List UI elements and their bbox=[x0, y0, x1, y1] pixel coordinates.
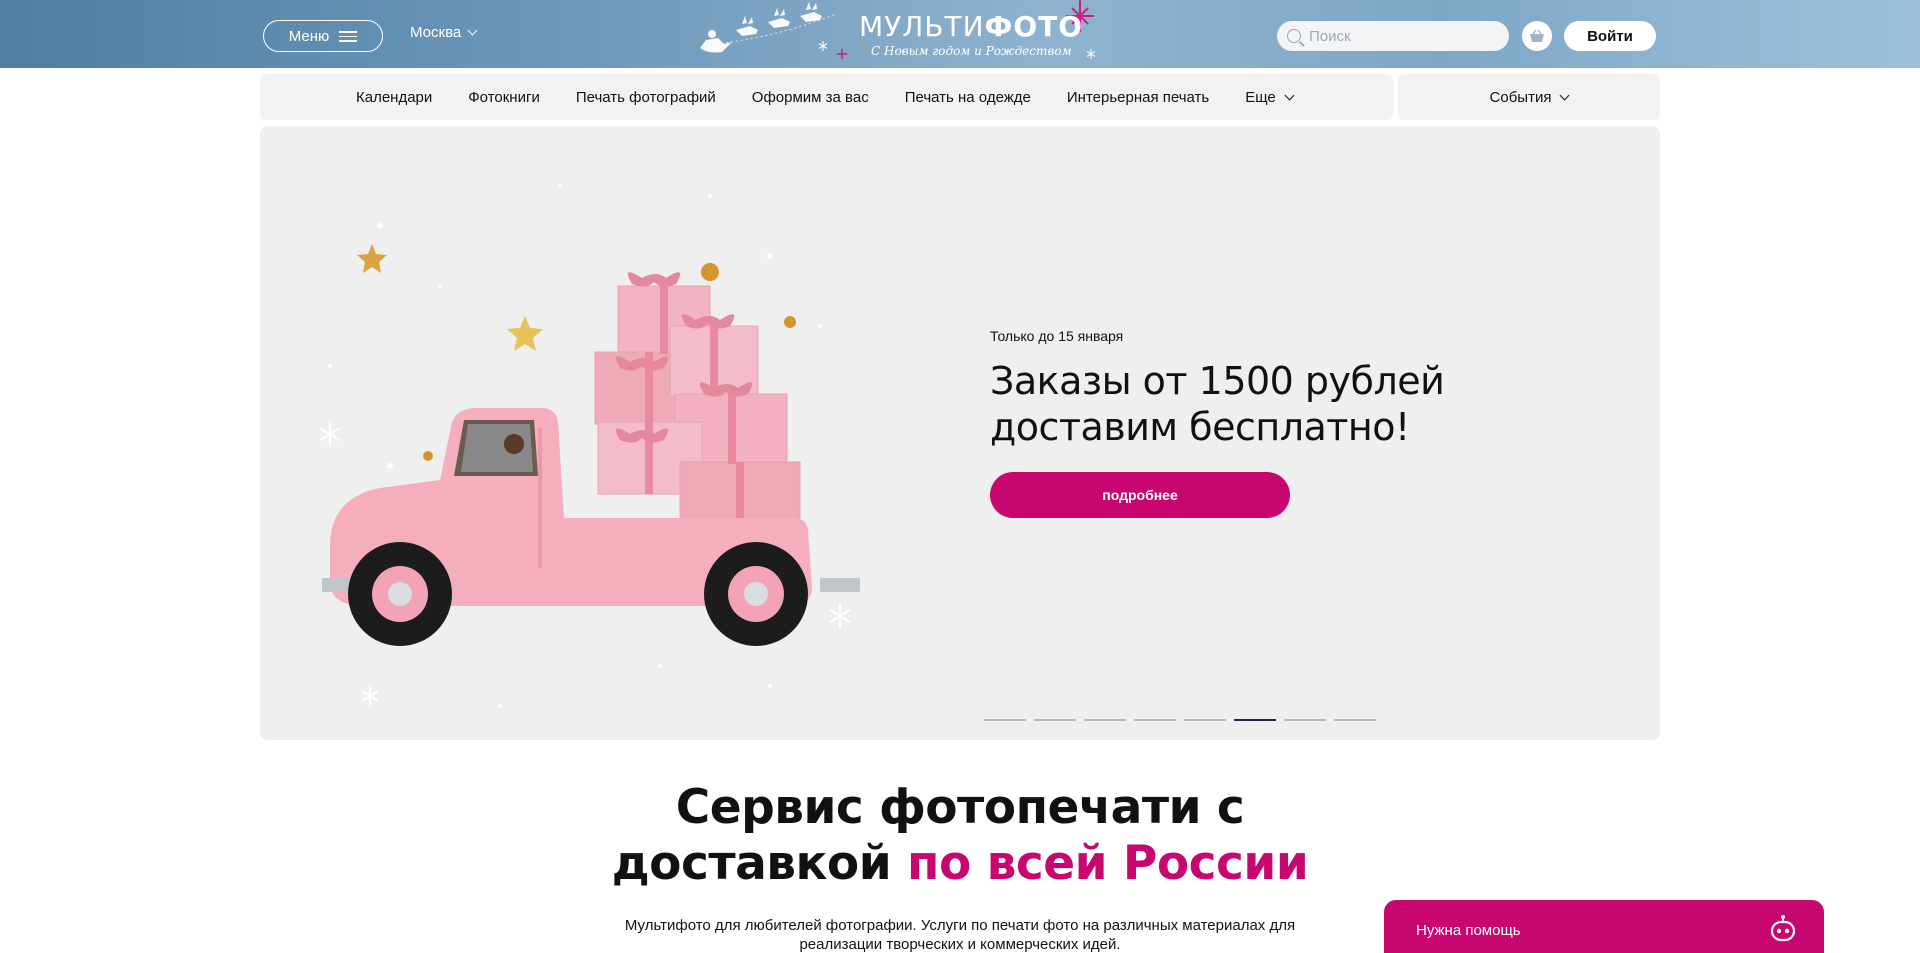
intro-heading: Сервис фотопечати с доставкой по всей Ро… bbox=[560, 780, 1360, 892]
pink-truck-gifts-illustration bbox=[319, 184, 860, 708]
carousel-dot-active[interactable] bbox=[1234, 719, 1276, 721]
search-icon bbox=[1287, 29, 1301, 43]
nav-item-clothing-print[interactable]: Печать на одежде bbox=[905, 89, 1031, 106]
promo-more-button[interactable]: подробнее bbox=[990, 472, 1290, 518]
carousel-dot[interactable] bbox=[1334, 719, 1376, 721]
help-label: Нужна помощь bbox=[1416, 921, 1521, 939]
events-label: События bbox=[1489, 88, 1552, 106]
carousel-dot[interactable] bbox=[1134, 719, 1176, 721]
star-icon bbox=[357, 244, 387, 273]
chevron-down-icon bbox=[467, 25, 478, 36]
carousel-indicators bbox=[984, 719, 1376, 721]
nav-item-more-label: Еще bbox=[1245, 88, 1276, 106]
promo-title: Заказы от 1500 рублей доставим бесплатно… bbox=[990, 359, 1445, 449]
nav-item-interior-print[interactable]: Интерьерная печать bbox=[1067, 89, 1209, 106]
basket-icon bbox=[1530, 29, 1544, 42]
promo-kicker: Только до 15 января bbox=[990, 328, 1124, 344]
logo-wordmark: МУЛЬТИФОТО bbox=[859, 10, 1084, 43]
nav-item-photobooks[interactable]: Фотокниги bbox=[468, 89, 540, 106]
chevron-down-icon bbox=[1560, 90, 1570, 100]
logo-tagline: С Новым годом и Рождеством bbox=[871, 44, 1072, 58]
nav-item-calendars[interactable]: Календари bbox=[356, 89, 432, 106]
events-dropdown[interactable]: События bbox=[1398, 74, 1660, 120]
city-label: Москва bbox=[410, 24, 462, 41]
carousel-dot[interactable] bbox=[1184, 719, 1226, 721]
carousel-dot[interactable] bbox=[984, 719, 1026, 721]
intro-description: Мультифото для любителей фотографии. Усл… bbox=[624, 917, 1296, 953]
hero-banner: Только до 15 января Заказы от 1500 рубле… bbox=[260, 126, 1660, 740]
city-selector[interactable]: Москва bbox=[410, 24, 478, 41]
cart-button[interactable] bbox=[1522, 21, 1552, 51]
intro-heading-accent: по всей России bbox=[907, 836, 1309, 891]
help-chat-widget[interactable]: Нужна помощь bbox=[1384, 900, 1824, 953]
search-field[interactable] bbox=[1277, 21, 1509, 51]
nav-item-photo-printing[interactable]: Печать фотографий bbox=[576, 89, 716, 106]
site-header: Меню Москва МУЛЬТИФОТО С Новым годом и Р… bbox=[0, 0, 1920, 68]
login-button[interactable]: Войти bbox=[1564, 21, 1656, 51]
menu-button-label: Меню bbox=[288, 27, 330, 45]
logo[interactable]: МУЛЬТИФОТО С Новым годом и Рождеством bbox=[676, 0, 1106, 68]
nav-item-more[interactable]: Еще bbox=[1245, 88, 1295, 106]
menu-button[interactable]: Меню bbox=[263, 20, 383, 52]
nav-item-design-for-you[interactable]: Оформим за вас bbox=[752, 89, 869, 106]
carousel-dot[interactable] bbox=[1284, 719, 1326, 721]
star-icon bbox=[507, 316, 543, 351]
carousel-dot[interactable] bbox=[1084, 719, 1126, 721]
carousel-dot[interactable] bbox=[1034, 719, 1076, 721]
robot-icon bbox=[1770, 915, 1796, 942]
chevron-down-icon bbox=[1284, 90, 1295, 100]
burger-icon bbox=[339, 30, 358, 42]
main-nav: Календари Фотокниги Печать фотографий Оф… bbox=[260, 74, 1393, 120]
search-input[interactable] bbox=[1309, 27, 1479, 45]
